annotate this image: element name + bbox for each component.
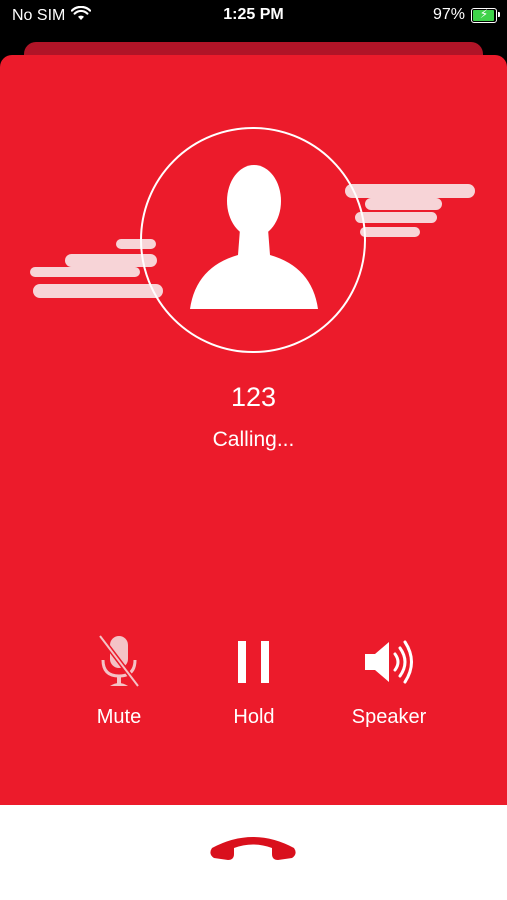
call-screen: No SIM 1:25 PM 97% ⚡ 123 Calling... Mute… [0,0,507,900]
mute-button[interactable]: Mute [54,630,184,729]
mute-label: Mute [96,706,142,728]
status-bar: No SIM 1:25 PM 97% ⚡ [0,0,507,32]
speaker-icon [324,630,454,694]
call-status: Calling... [212,428,295,451]
call-controls: Mute Hold Speaker [0,630,507,750]
person-silhouette-icon [190,165,318,309]
speaker-button[interactable]: Speaker [324,630,454,729]
hold-button[interactable]: Hold [189,630,319,729]
end-call-button[interactable] [200,825,306,871]
status-right: 97% ⚡ [432,6,500,24]
call-sheet: 123 Calling... Mute Hold Speaker [0,55,507,900]
battery-icon: ⚡ [471,6,500,23]
pause-icon [189,630,319,694]
speaker-label: Speaker [351,706,427,728]
charging-bolt-icon: ⚡ [479,6,489,21]
battery-percent: 97% [432,6,465,23]
phone-hangup-icon [210,837,296,860]
hold-label: Hold [233,706,275,728]
bottom-bar [0,805,507,900]
mic-off-icon [54,630,184,694]
clock: 1:25 PM [223,6,284,23]
caller-name: 123 [230,382,277,412]
avatar [140,127,366,353]
